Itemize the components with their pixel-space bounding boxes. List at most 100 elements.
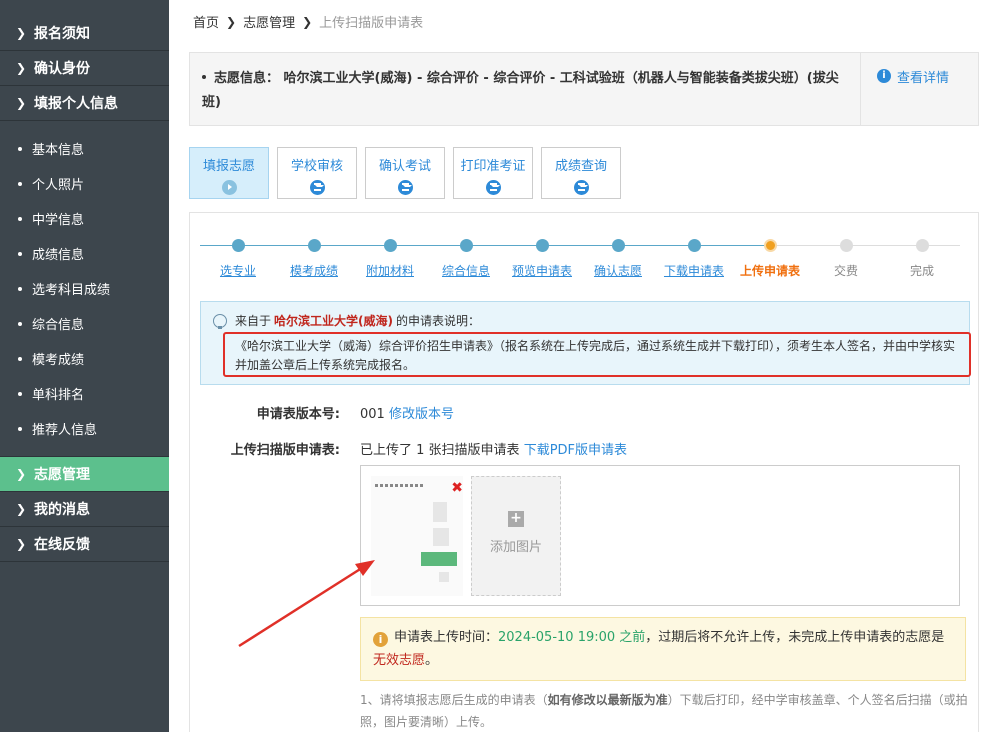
tab-score-query[interactable]: 成绩查询 — [541, 147, 621, 199]
step-label[interactable]: 选专业 — [200, 262, 276, 279]
sidebar-subitem-label: 单科排名 — [32, 388, 85, 403]
chevron-right-icon: ❯ — [16, 537, 27, 551]
modify-version-link[interactable]: 修改版本号 — [389, 407, 454, 422]
version-value-wrap: 001 修改版本号 — [360, 403, 454, 422]
chevron-right-icon: ❯ — [16, 61, 27, 75]
upload-instructions: 1、请将填报志愿后生成的申请表（如有修改以最新版为准）下载后打印，经中学审核盖章… — [360, 689, 970, 732]
hourglass-icon — [309, 180, 325, 195]
bullet-icon — [18, 146, 22, 151]
step-9: 交费 — [808, 233, 884, 279]
sidebar-item-personal-info[interactable]: ❯ 填报个人信息 — [0, 86, 169, 121]
sidebar-item-application-management[interactable]: ❯ 志愿管理 — [0, 457, 169, 492]
sidebar-item-label: 确认身份 — [34, 61, 90, 77]
step-label[interactable]: 确认志愿 — [580, 262, 656, 279]
upload-deadline-warning: i 申请表上传时间：2024-05-10 19:00 之前，过期后将不允许上传，未… — [360, 617, 966, 681]
step-2[interactable]: 模考成绩 — [276, 233, 352, 279]
chevron-right-icon: ❯ — [302, 14, 313, 29]
tab-school-review[interactable]: 学校审核 — [277, 147, 357, 199]
view-details-label: 查看详情 — [897, 71, 950, 86]
warning-middle: ，过期后将不允许上传，未完成上传申请表的志愿是 — [645, 630, 945, 645]
uploaded-scan-thumbnail[interactable]: ✖ — [371, 476, 463, 596]
notice-body-highlighted: 《哈尔滨工业大学（威海）综合评价招生申请表》（报名系统在上传完成后，通过系统生成… — [223, 332, 971, 377]
sidebar-top-spacer — [0, 0, 169, 16]
step-label: 交费 — [833, 264, 858, 278]
sidebar-item-messages[interactable]: ❯ 我的消息 — [0, 492, 169, 527]
application-notice: 来自于 哈尔滨工业大学(威海) 的申请表说明： 《哈尔滨工业大学（威海）综合评价… — [200, 301, 971, 385]
tab-label: 填报志愿 — [202, 159, 255, 174]
upload-area: ✖ + 添加图片 — [360, 465, 960, 606]
sidebar-subitem-school-info[interactable]: 中学信息 — [0, 201, 169, 236]
sidebar-item-label: 我的消息 — [34, 502, 90, 518]
step-7[interactable]: 下载申请表 — [656, 233, 732, 279]
notice-suffix: 的申请表说明： — [396, 314, 481, 328]
breadcrumb-current: 上传扫描版申请表 — [319, 16, 424, 31]
tab-fill-application[interactable]: 填报志愿 — [189, 147, 269, 199]
upload-label: 上传扫描版申请表: — [230, 443, 340, 458]
step-10: 完成 — [884, 233, 960, 279]
sidebar-item-label: 填报个人信息 — [34, 96, 118, 112]
step-6[interactable]: 确认志愿 — [580, 233, 656, 279]
step-label[interactable]: 综合信息 — [428, 262, 504, 279]
bullet-icon — [18, 426, 22, 431]
bullet-icon — [18, 251, 22, 256]
delete-icon[interactable]: ✖ — [451, 480, 463, 496]
sidebar-subitem-elective-grades[interactable]: 选考科目成绩 — [0, 271, 169, 306]
sidebar-subitem-comprehensive-info[interactable]: 综合信息 — [0, 306, 169, 341]
sidebar-subitem-photo[interactable]: 个人照片 — [0, 166, 169, 201]
application-info-box: 志愿信息： 哈尔滨工业大学(威海) - 综合评价 - 综合评价 - 工科试验班（… — [189, 52, 979, 126]
breadcrumb: 首页 ❯ 志愿管理 ❯ 上传扫描版申请表 — [193, 12, 424, 32]
step-node-icon — [459, 239, 473, 252]
process-tabs: 填报志愿 学校审核 确认考试 打印准考证 成绩查询 — [189, 147, 629, 199]
step-node-icon — [839, 239, 853, 252]
hourglass-icon — [397, 180, 413, 195]
breadcrumb-application-management[interactable]: 志愿管理 — [243, 12, 295, 31]
bullet-icon — [18, 391, 22, 396]
application-info-text: 哈尔滨工业大学(威海) - 综合评价 - 综合评价 - 工科试验班（机器人与智能… — [202, 71, 839, 110]
sidebar-item-registration-notice[interactable]: ❯ 报名须知 — [0, 16, 169, 51]
application-info: 志愿信息： 哈尔滨工业大学(威海) - 综合评价 - 综合评价 - 工科试验班（… — [202, 67, 852, 115]
add-image-button[interactable]: + 添加图片 — [471, 476, 561, 596]
sidebar-subitem-basic-info[interactable]: 基本信息 — [0, 131, 169, 166]
step-3[interactable]: 附加材料 — [352, 233, 428, 279]
scan-blur-block — [439, 572, 449, 582]
tab-print-admission-ticket[interactable]: 打印准考证 — [453, 147, 533, 199]
step-node-icon — [611, 239, 625, 252]
breadcrumb-home[interactable]: 首页 — [193, 12, 219, 31]
scan-stamp-block — [421, 552, 457, 566]
bullet-icon — [202, 75, 206, 79]
sidebar-subitem-label: 个人照片 — [32, 178, 85, 193]
view-details-link[interactable]: i 查看详情 — [860, 53, 978, 125]
scan-blur-block — [433, 528, 449, 546]
sidebar-subitem-grades[interactable]: 成绩信息 — [0, 236, 169, 271]
bullet-icon — [18, 356, 22, 361]
step-5[interactable]: 预览申请表 — [504, 233, 580, 279]
chevron-right-icon: ❯ — [16, 502, 27, 516]
sidebar-item-feedback[interactable]: ❯ 在线反馈 — [0, 527, 169, 562]
sidebar-subitem-mock-exam[interactable]: 模考成绩 — [0, 341, 169, 376]
warning-prefix: 申请表上传时间： — [394, 630, 499, 645]
sidebar-subitem-label: 推荐人信息 — [32, 423, 98, 438]
warning-end: 。 — [425, 653, 439, 668]
step-node-icon — [231, 239, 245, 252]
step-node-icon — [915, 239, 929, 252]
sidebar-subitem-label: 中学信息 — [32, 213, 85, 228]
sidebar-subitem-referee[interactable]: 推荐人信息 — [0, 411, 169, 446]
application-info-label: 志愿信息： — [214, 71, 280, 86]
sidebar-item-confirm-identity[interactable]: ❯ 确认身份 — [0, 51, 169, 86]
step-label[interactable]: 模考成绩 — [276, 262, 352, 279]
download-pdf-link[interactable]: 下载PDF版申请表 — [524, 443, 627, 458]
step-label[interactable]: 下载申请表 — [656, 262, 732, 279]
step-label[interactable]: 附加材料 — [352, 262, 428, 279]
tab-confirm-exam[interactable]: 确认考试 — [365, 147, 445, 199]
step-1[interactable]: 选专业 — [200, 233, 276, 279]
warning-deadline: 2024-05-10 19:00 之前 — [498, 630, 646, 645]
version-label: 申请表版本号: — [256, 407, 340, 422]
warning-icon: i — [373, 632, 388, 647]
step-node-icon — [763, 239, 777, 252]
chevron-right-icon: ❯ — [16, 26, 27, 40]
step-label[interactable]: 预览申请表 — [504, 262, 580, 279]
sidebar-subitem-subject-rank[interactable]: 单科排名 — [0, 376, 169, 411]
step-4[interactable]: 综合信息 — [428, 233, 504, 279]
tab-label: 成绩查询 — [554, 159, 607, 174]
hourglass-icon — [485, 180, 501, 195]
